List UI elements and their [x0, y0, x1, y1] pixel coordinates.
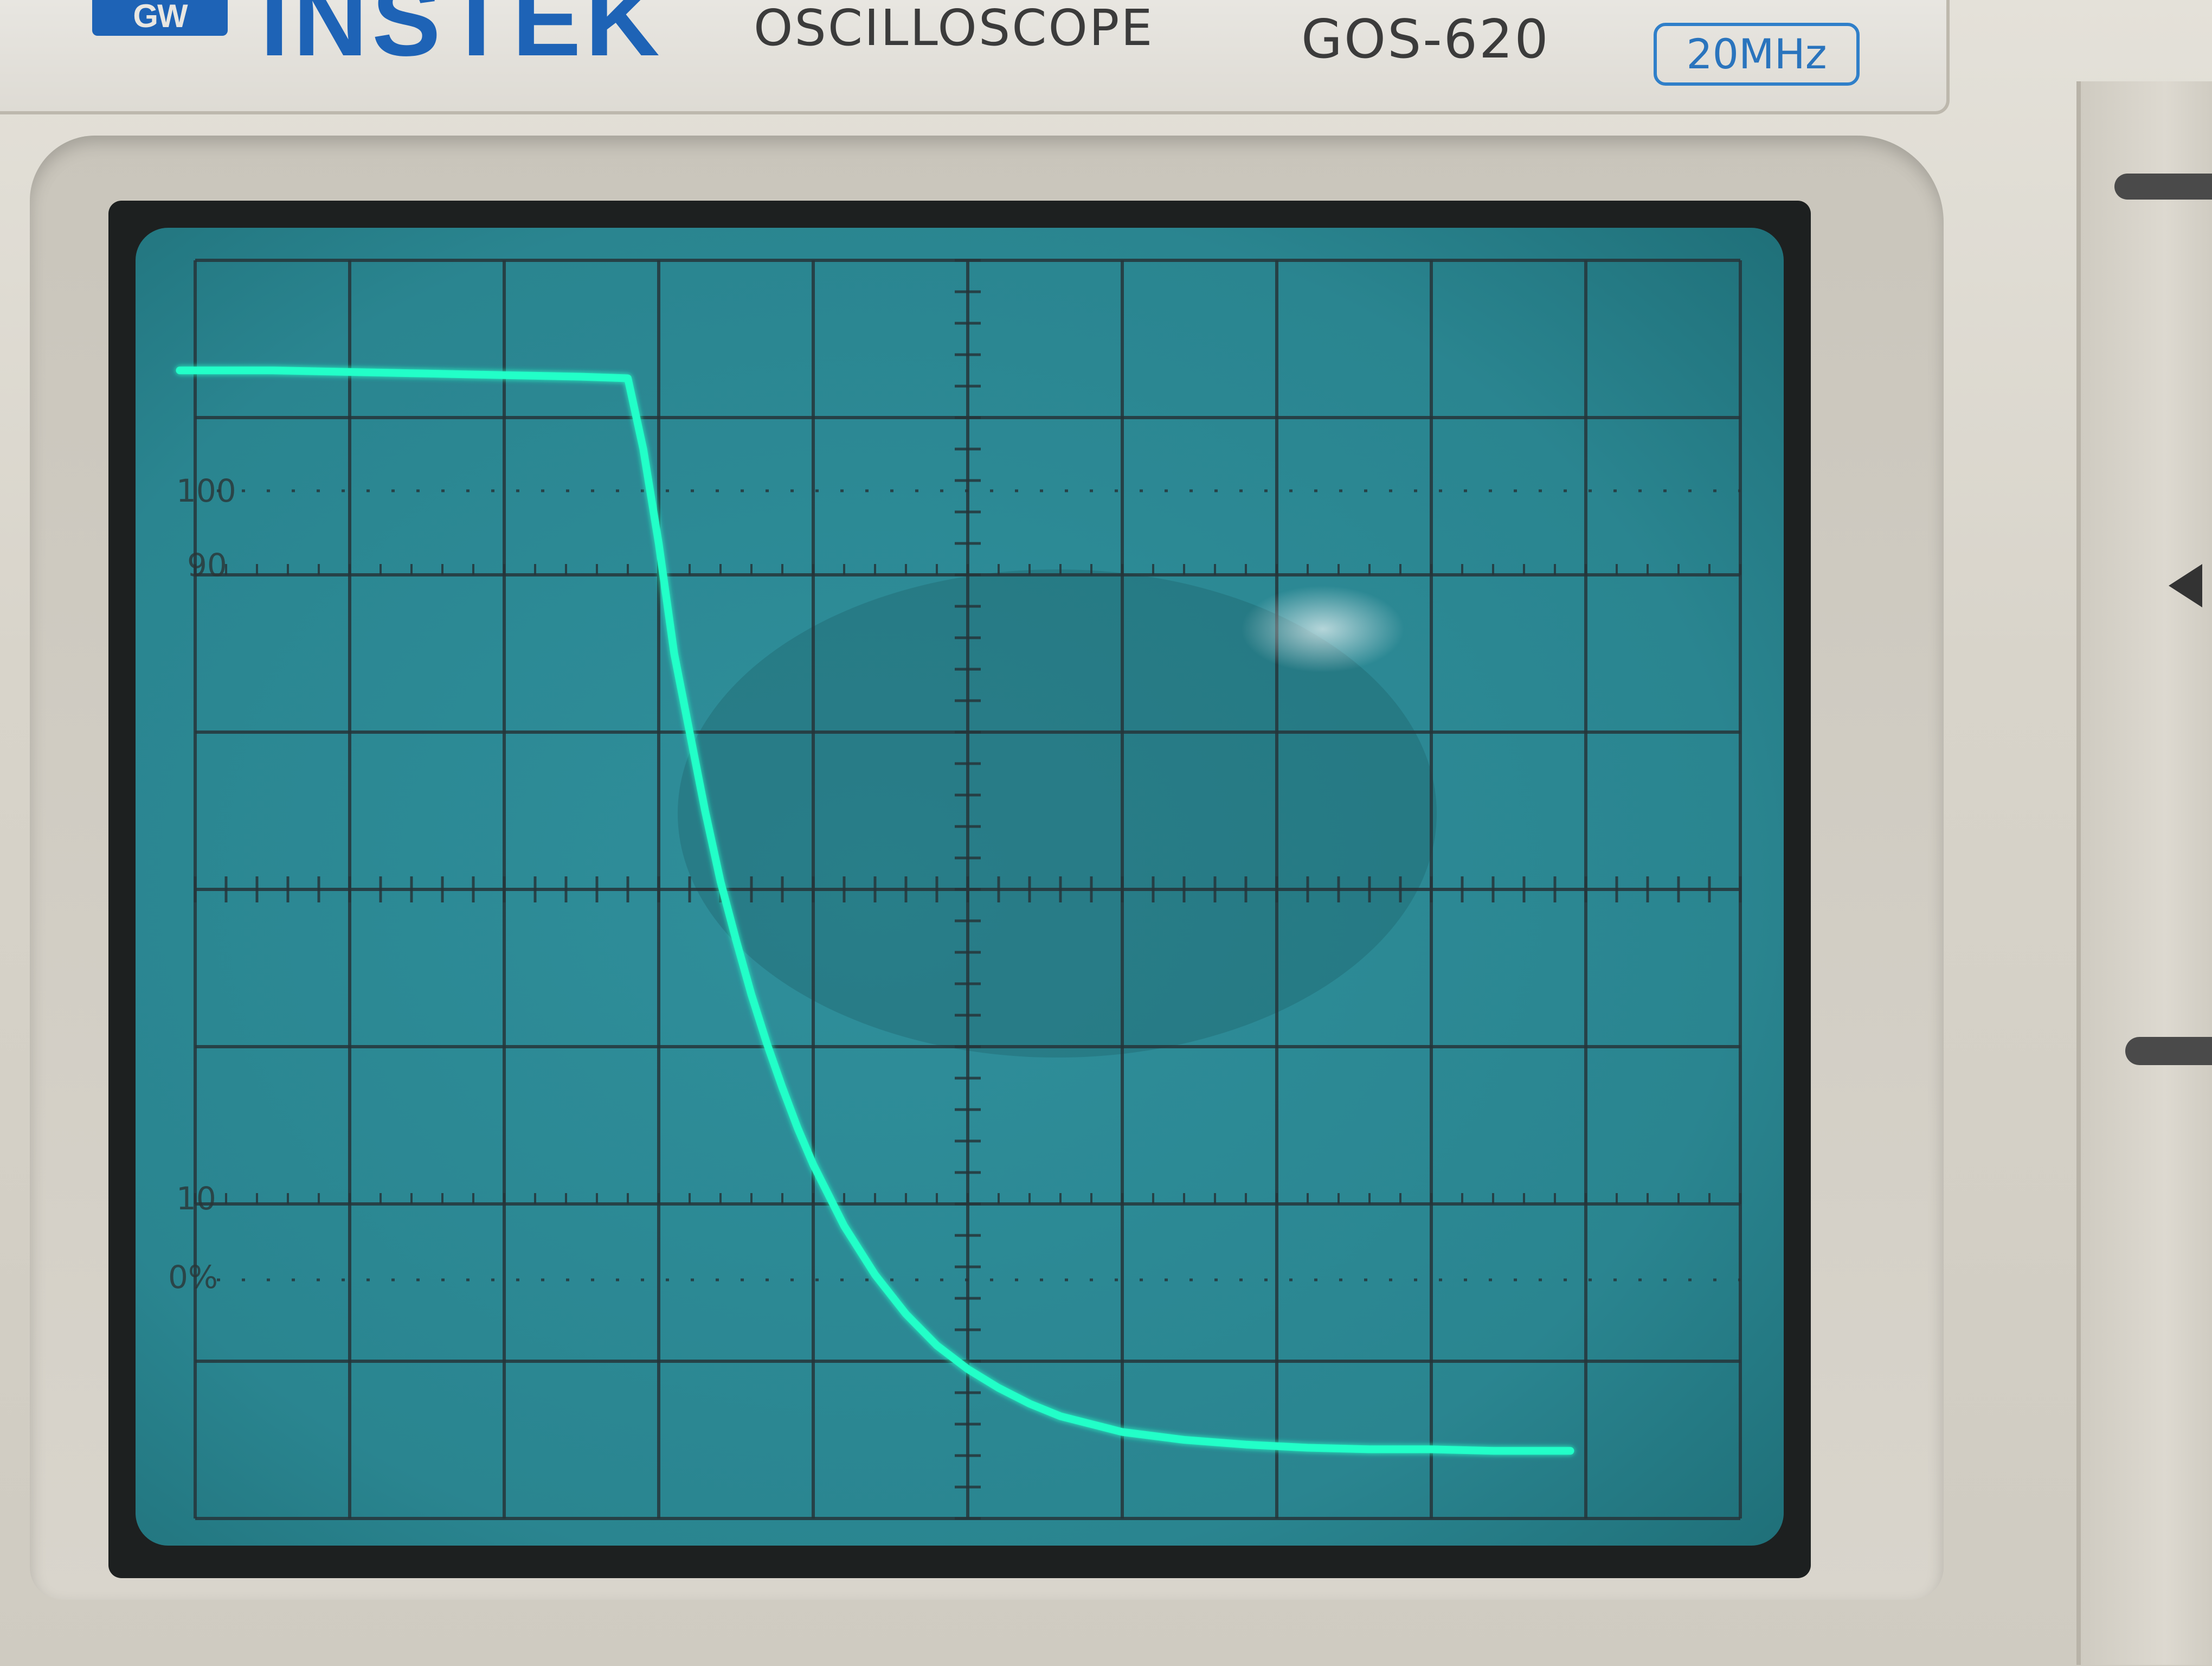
label-0-percent: 0% [168, 1259, 218, 1296]
label-100: 100 [176, 472, 236, 509]
glare-spot [1242, 586, 1404, 672]
label-10: 10 [176, 1180, 216, 1217]
crt-display: 100 90 10 0% [136, 228, 1784, 1546]
label-90: 90 [187, 547, 227, 584]
